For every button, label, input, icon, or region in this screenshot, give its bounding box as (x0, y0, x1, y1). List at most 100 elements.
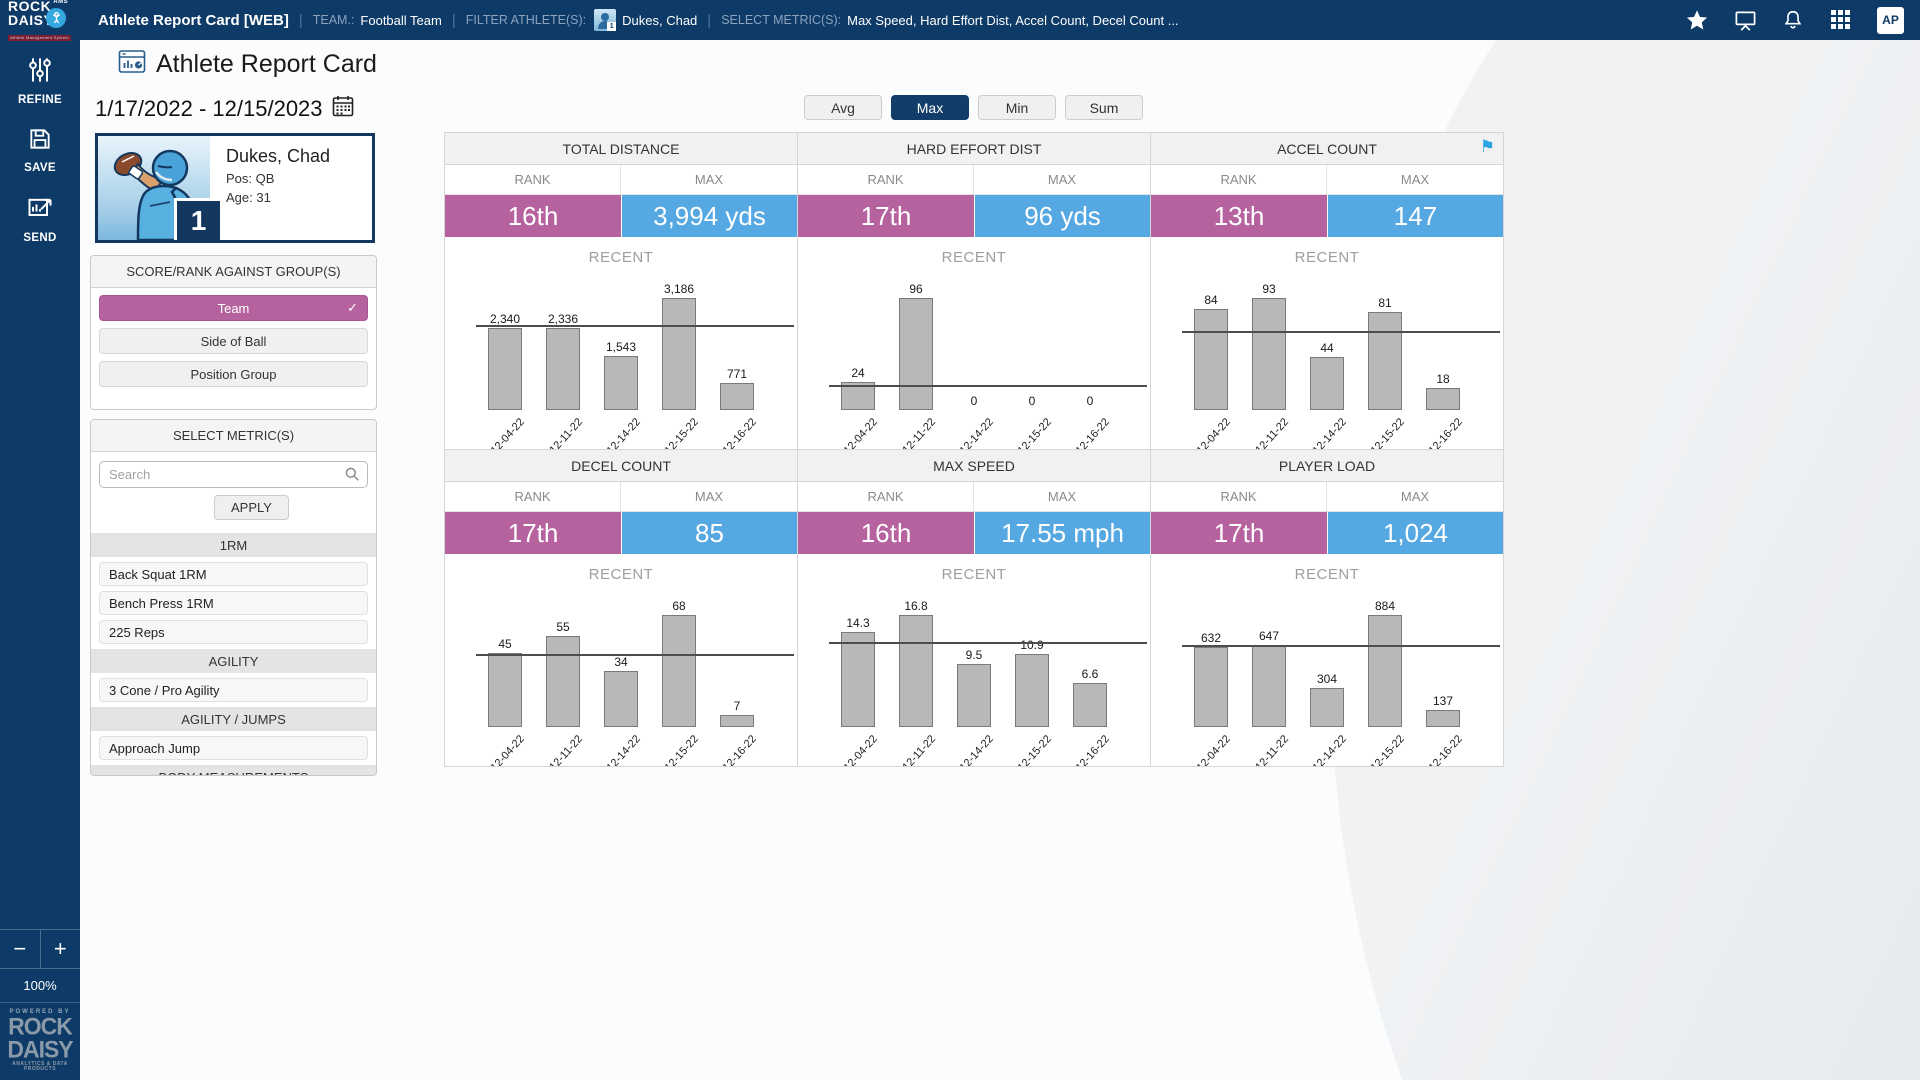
bar-value-label: 14.3 (846, 616, 869, 630)
x-tick: 12-04-22 (841, 413, 875, 450)
agg-button-min[interactable]: Min (978, 95, 1056, 120)
bar (720, 383, 754, 410)
bar-value-label: 647 (1259, 629, 1279, 643)
app-grid-icon[interactable] (1829, 8, 1853, 32)
average-reference-line (476, 654, 794, 656)
separator: | (299, 12, 303, 29)
x-tick: 12-16-22 (1426, 730, 1460, 767)
report-card-icon (118, 49, 146, 80)
avatar-jersey-number: 1 (607, 22, 616, 31)
sidebar-item-refine[interactable]: REFINE (18, 56, 62, 106)
metric-item[interactable]: 3 Cone / Pro Agility (99, 678, 368, 702)
logo-person-icon (46, 8, 66, 28)
athlete-name: Dukes, Chad (226, 146, 330, 167)
metric-item[interactable]: Back Squat 1RM (99, 562, 368, 586)
bar-value-label: 884 (1375, 599, 1395, 613)
group-button-position-group[interactable]: Position Group (99, 361, 368, 387)
bar-value-label: 632 (1201, 631, 1221, 645)
sidebar-item-label: SAVE (24, 162, 56, 174)
bar-value-label: 10.9 (1020, 638, 1043, 652)
star-icon[interactable] (1685, 8, 1709, 32)
page-title: Athlete Report Card (156, 50, 377, 79)
sidebar-item-save[interactable]: SAVE (24, 126, 56, 174)
rank-value: 17th (1151, 512, 1327, 554)
x-tick: 12-04-22 (1194, 413, 1228, 450)
bar (1194, 309, 1228, 410)
bar-value-label: 93 (1262, 282, 1275, 296)
filter-athlete-label: FILTER ATHLETE(S): (466, 13, 586, 27)
agg-button-sum[interactable]: Sum (1065, 95, 1143, 120)
bar-value-label: 24 (851, 366, 864, 380)
x-tick: 12-15-22 (1015, 413, 1049, 450)
chart-plot: 455534687 (445, 599, 797, 727)
metric-item[interactable]: Bench Press 1RM (99, 591, 368, 615)
recent-label: RECENT (445, 249, 797, 266)
athlete-position: Pos: QB (226, 171, 330, 186)
bar-value-label: 84 (1204, 293, 1217, 307)
rank-column-header: RANK (445, 165, 621, 194)
chart-x-axis: 12-04-2212-11-2212-14-2212-15-2212-16-22 (445, 730, 797, 767)
rank-value: 13th (1151, 195, 1327, 237)
bar (1426, 710, 1460, 727)
rank-column-header: RANK (1151, 482, 1327, 511)
athlete-card[interactable]: 1 Dukes, Chad Pos: QB Age: 31 (95, 133, 375, 243)
zoom-level: 100% (0, 968, 80, 1002)
x-tick: 12-04-22 (841, 730, 875, 767)
date-range-picker[interactable]: 1/17/2022 - 12/15/2023 (95, 94, 355, 124)
search-input[interactable] (99, 461, 368, 488)
bell-icon[interactable] (1781, 8, 1805, 32)
x-tick: 12-04-22 (1194, 730, 1228, 767)
metric-list: 1RM Back Squat 1RM Bench Press 1RM 225 Reps… (91, 533, 376, 776)
bar-slot: 6.6 (1073, 667, 1107, 727)
screen-share-icon[interactable] (1733, 8, 1757, 32)
select-metrics-panel: SELECT METRIC(S) APPLY 1RM Back Squat 1RM… (90, 419, 377, 776)
max-column-header: MAX (974, 165, 1150, 194)
bar-slot: 24 (841, 366, 875, 410)
group-button-team[interactable]: Team✓ (99, 295, 368, 321)
metric-item[interactable]: 225 Reps (99, 620, 368, 644)
bar-value-label: 45 (498, 637, 511, 651)
select-metrics-header: SELECT METRIC(S) (91, 420, 376, 452)
group-button-side-of-ball[interactable]: Side of Ball (99, 328, 368, 354)
apply-button[interactable]: APPLY (214, 495, 289, 520)
metric-card-title: DECEL COUNT (571, 458, 671, 474)
jersey-number: 1 (174, 198, 220, 240)
chart-plot: 632647304884137 (1151, 599, 1503, 727)
agg-button-avg[interactable]: Avg (804, 95, 882, 120)
top-bar: ROCKAMS DAISY Athlete Management System … (0, 0, 1920, 40)
bar (604, 356, 638, 410)
zoom-out-button[interactable]: − (0, 930, 41, 968)
max-column-header: MAX (621, 482, 797, 511)
x-tick: 12-15-22 (662, 730, 696, 767)
bar (1015, 654, 1049, 727)
bar-value-label: 2,336 (548, 312, 578, 326)
metric-section-header: 1RM (91, 533, 376, 557)
zoom-in-button[interactable]: + (41, 930, 81, 968)
rank-value: 16th (445, 195, 621, 237)
bar-value-label: 34 (614, 655, 627, 669)
bar-slot: 96 (899, 282, 933, 410)
metric-cards-grid: TOTAL DISTANCE ⚑ RANK MAX 16th 3,994 yds… (445, 133, 1503, 767)
rank-value: 17th (798, 195, 974, 237)
metric-item[interactable]: Approach Jump (99, 736, 368, 760)
metric-card-title: PLAYER LOAD (1279, 458, 1375, 474)
profile-badge[interactable]: AP (1877, 7, 1904, 34)
bar (488, 653, 522, 727)
bar-slot: 647 (1252, 629, 1286, 727)
recent-label: RECENT (798, 249, 1150, 266)
x-tick: 12-11-22 (899, 730, 933, 767)
group-list: Team✓ Side of Ball Position Group (91, 295, 376, 387)
date-range-value: 1/17/2022 - 12/15/2023 (95, 96, 323, 122)
recent-label: RECENT (798, 566, 1150, 583)
separator: | (707, 12, 711, 29)
chart-plot: 14.316.89.510.96.6 (798, 599, 1150, 727)
score-rank-panel: SCORE/RANK AGAINST GROUP(S) Team✓Side of… (90, 255, 377, 410)
flag-icon[interactable]: ⚑ (1480, 137, 1495, 157)
x-tick: 12-15-22 (1015, 730, 1049, 767)
bar-slot: 81 (1368, 296, 1402, 410)
agg-button-max[interactable]: Max (891, 95, 969, 120)
bar-slot: 55 (546, 620, 580, 727)
bar (1368, 615, 1402, 727)
sidebar-item-send[interactable]: SEND (23, 194, 56, 244)
bar-value-label: 68 (672, 599, 685, 613)
